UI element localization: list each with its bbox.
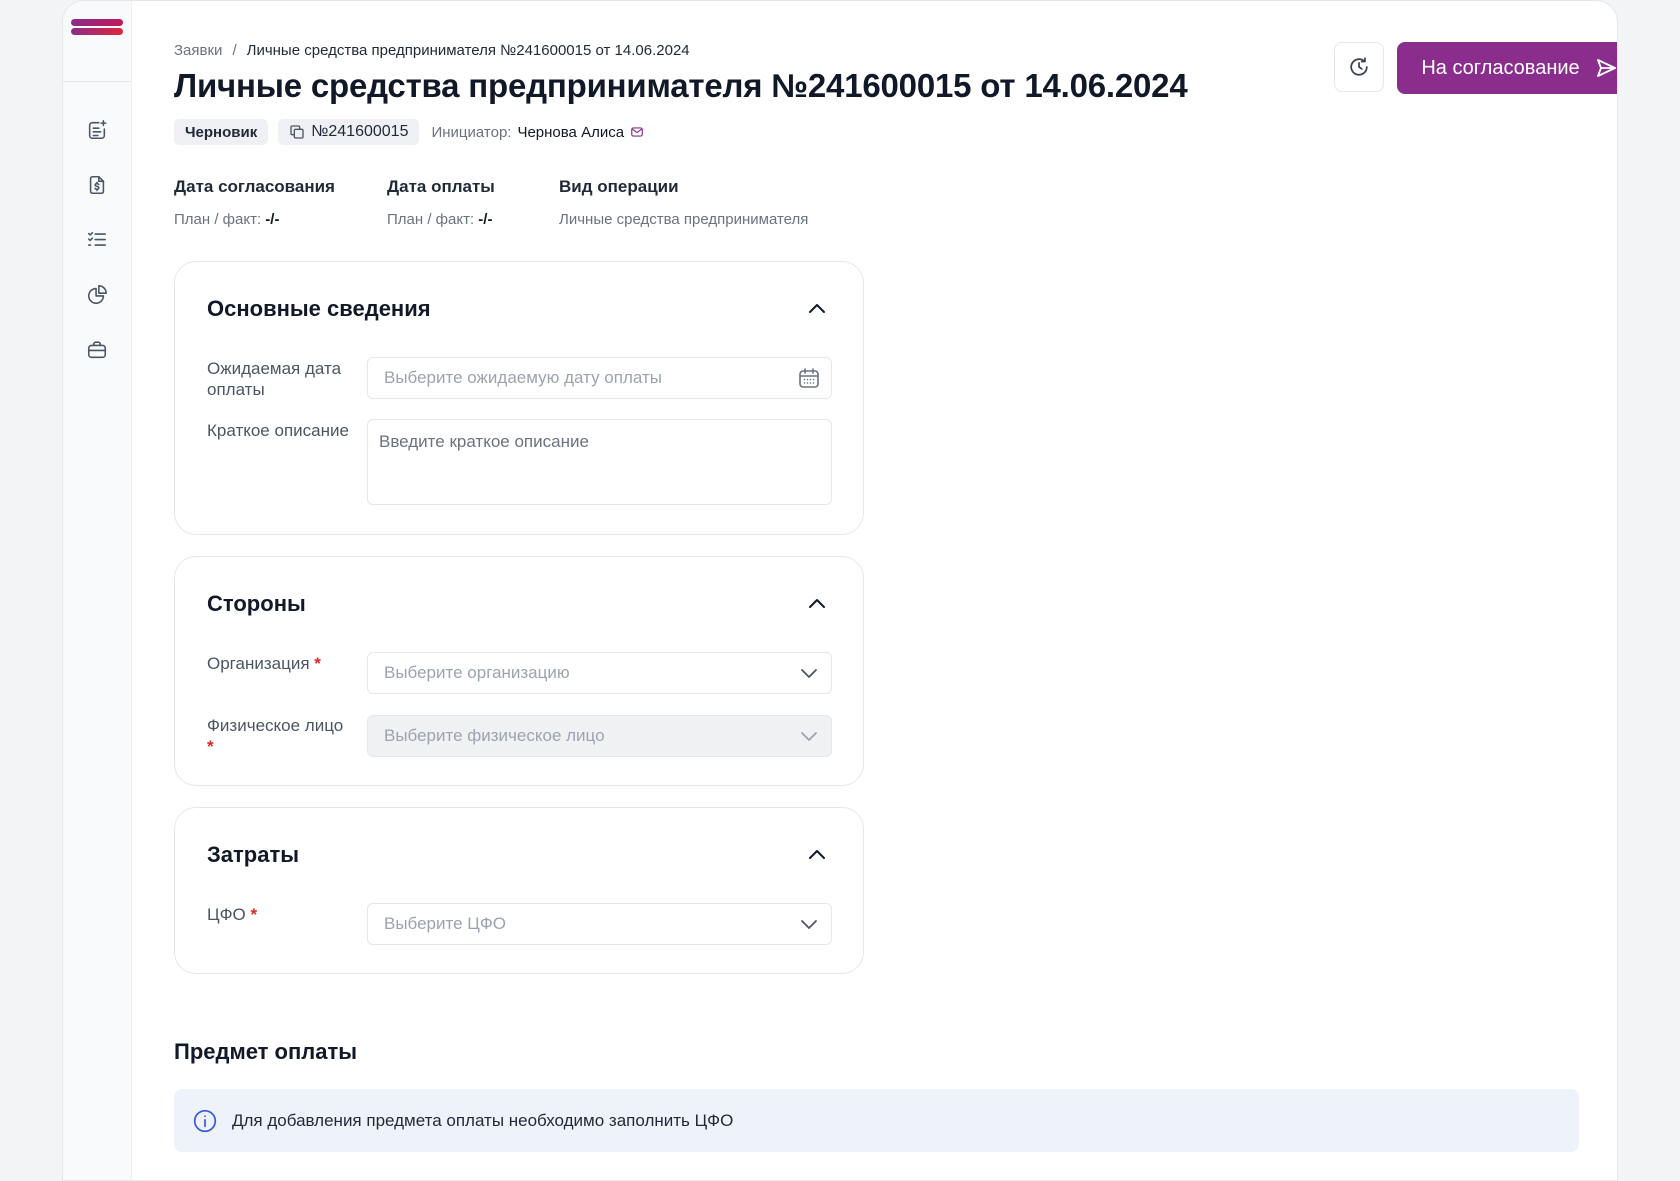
payment-date-field[interactable]: Выберите ожидаемую дату оплаты <box>367 357 832 399</box>
breadcrumb-separator: / <box>232 42 237 59</box>
required-marker: * <box>250 905 258 924</box>
initiator-name: Чернова Алиса <box>517 123 625 141</box>
submit-for-approval-button[interactable]: На согласование <box>1397 42 1617 94</box>
copy-number-badge[interactable]: №241600015 <box>278 119 420 145</box>
organization-placeholder: Выберите организацию <box>384 663 570 682</box>
invoice-dollar-icon <box>89 175 105 195</box>
required-marker: * <box>314 654 321 673</box>
initiator-label: Инициатор: <box>431 123 512 141</box>
card-title: Затраты <box>207 842 300 867</box>
chevron-down-icon <box>801 920 817 929</box>
history-clock-icon <box>1350 57 1368 76</box>
person-placeholder: Выберите физическое лицо <box>384 726 605 745</box>
sidebar-item-invoices[interactable] <box>81 169 113 201</box>
card-parties: Стороны Организация * Выберите организац… <box>174 556 864 786</box>
request-number: №241600015 <box>311 123 409 140</box>
logo[interactable] <box>71 19 123 39</box>
description-label: Краткое описание <box>207 421 349 440</box>
cfo-select[interactable]: Выберите ЦФО <box>367 903 832 945</box>
chevron-up-icon[interactable] <box>805 297 829 321</box>
checklist-icon <box>87 231 107 246</box>
notice-text: Для добавления предмета оплаты необходим… <box>232 1110 734 1130</box>
payment-date-placeholder: Выберите ожидаемую дату оплаты <box>384 368 662 387</box>
mail-icon[interactable] <box>630 125 644 139</box>
copy-icon <box>290 125 304 139</box>
summary-payment-date: Дата оплаты План / факт: -/- <box>387 177 559 228</box>
sidebar-item-requests[interactable] <box>81 114 113 146</box>
sidebar-item-portfolio[interactable] <box>81 334 113 366</box>
main-content: Заявки / Личные средства предпринимателя №… <box>174 1 1617 1180</box>
payment-subject-notice: Для добавления предмета оплаты необходим… <box>174 1089 1579 1152</box>
summary-info: Дата согласования План / факт: -/- Дата … <box>174 177 808 228</box>
chevron-down-icon <box>801 669 817 678</box>
status-badge: Черновик <box>174 119 269 145</box>
card-basic-info: Основные сведения Ожидаемая дата оплаты … <box>174 261 864 535</box>
history-button[interactable] <box>1334 42 1384 92</box>
initiator: Инициатор: Чернова Алиса <box>431 124 644 141</box>
sidebar <box>63 1 132 1180</box>
chevron-up-icon[interactable] <box>805 592 829 616</box>
card-title: Стороны <box>207 591 306 616</box>
info-icon <box>193 1109 217 1132</box>
payment-subject-title: Предмет оплаты <box>174 1039 358 1064</box>
app-window: Заявки / Личные средства предпринимателя №… <box>62 0 1618 1181</box>
summary-title: Дата оплаты <box>387 177 495 196</box>
person-label: Физическое лицо * <box>207 716 344 756</box>
calendar-icon[interactable] <box>797 366 821 390</box>
pie-chart-icon <box>88 285 107 304</box>
summary-value: План / факт: -/- <box>387 211 493 228</box>
sidebar-item-checklist[interactable] <box>81 224 113 256</box>
cfo-placeholder: Выберите ЦФО <box>384 914 507 933</box>
card-title: Основные сведения <box>207 296 431 321</box>
summary-title: Дата согласования <box>174 177 335 196</box>
person-select[interactable]: Выберите физическое лицо <box>367 715 832 757</box>
description-textarea[interactable]: Введите краткое описание <box>367 419 832 505</box>
breadcrumb: Заявки / Личные средства предпринимателя №… <box>174 42 690 59</box>
payment-date-label: Ожидаемая дата оплаты <box>207 359 342 399</box>
chevron-up-icon[interactable] <box>805 843 829 867</box>
organization-label: Организация * <box>207 654 321 673</box>
briefcase-icon <box>87 341 107 359</box>
meta-row: Черновик №241600015 Инициатор: Чернова А… <box>174 119 644 145</box>
card-costs: Затраты ЦФО * Выберите ЦФО <box>174 807 864 974</box>
breadcrumb-current: Личные средства предпринимателя №2416000… <box>246 42 690 59</box>
sidebar-item-analytics[interactable] <box>81 279 113 311</box>
summary-value: Личные средства предпринимателя <box>559 211 809 228</box>
required-marker: * <box>207 737 214 756</box>
chevron-down-icon <box>801 732 817 741</box>
send-icon <box>1596 59 1616 77</box>
organization-select[interactable]: Выберите организацию <box>367 652 832 694</box>
breadcrumb-link-requests[interactable]: Заявки <box>174 42 222 59</box>
summary-value: План / факт: -/- <box>174 211 280 228</box>
sidebar-divider <box>63 81 131 82</box>
summary-title: Вид операции <box>559 177 679 196</box>
cfo-label: ЦФО * <box>207 905 258 924</box>
submit-for-approval-label: На согласование <box>1421 56 1580 79</box>
summary-approval-date: Дата согласования План / факт: -/- <box>174 177 387 228</box>
request-list-icon <box>88 120 107 140</box>
page-title: Личные средства предпринимателя №2416000… <box>174 67 1188 104</box>
summary-operation-type: Вид операции Личные средства предпринима… <box>559 177 808 228</box>
